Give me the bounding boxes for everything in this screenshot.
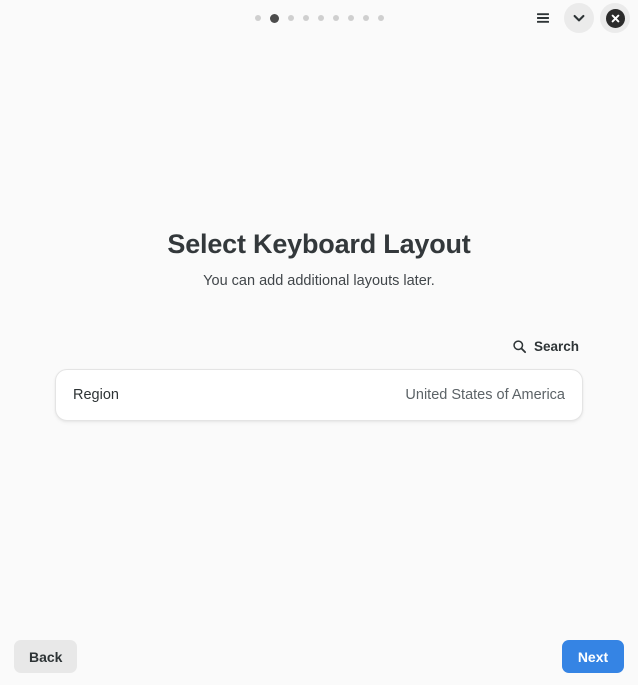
content-area: Select Keyboard Layout You can add addit… bbox=[0, 36, 638, 628]
progress-dot-8[interactable] bbox=[362, 15, 369, 21]
progress-dot-4[interactable] bbox=[302, 15, 309, 21]
page-title: Select Keyboard Layout bbox=[167, 229, 471, 259]
search-row: Search bbox=[55, 336, 583, 357]
page-subtitle: You can add additional layouts later. bbox=[203, 273, 435, 290]
close-circle-icon bbox=[605, 8, 625, 28]
installer-window: Select Keyboard Layout You can add addit… bbox=[0, 0, 638, 685]
progress-dot-5[interactable] bbox=[317, 15, 324, 21]
progress-dot-2[interactable] bbox=[269, 13, 279, 23]
footer-bar: Back Next bbox=[0, 628, 638, 685]
region-row[interactable]: Region United States of America bbox=[55, 369, 583, 422]
region-row-label: Region bbox=[73, 387, 119, 404]
search-button[interactable]: Search bbox=[510, 336, 581, 357]
dropdown-button[interactable] bbox=[564, 3, 594, 33]
progress-dot-3[interactable] bbox=[287, 15, 294, 21]
layout-list-area: Search Region United States of America bbox=[55, 336, 583, 422]
progress-dot-9[interactable] bbox=[377, 15, 384, 21]
progress-dot-1[interactable] bbox=[254, 15, 261, 21]
header-controls bbox=[528, 0, 630, 36]
header-bar bbox=[0, 0, 638, 36]
region-row-value: United States of America bbox=[405, 387, 565, 404]
next-button[interactable]: Next bbox=[562, 640, 624, 673]
search-button-label: Search bbox=[533, 339, 579, 355]
back-button[interactable]: Back bbox=[14, 640, 78, 673]
chevron-down-icon bbox=[573, 14, 585, 22]
close-button[interactable] bbox=[600, 3, 630, 33]
progress-dot-6[interactable] bbox=[332, 15, 339, 21]
progress-dot-7[interactable] bbox=[347, 15, 354, 21]
menu-button[interactable] bbox=[528, 3, 558, 33]
close-icon bbox=[611, 14, 619, 22]
search-icon bbox=[513, 340, 526, 354]
hamburger-menu-icon bbox=[537, 13, 549, 23]
